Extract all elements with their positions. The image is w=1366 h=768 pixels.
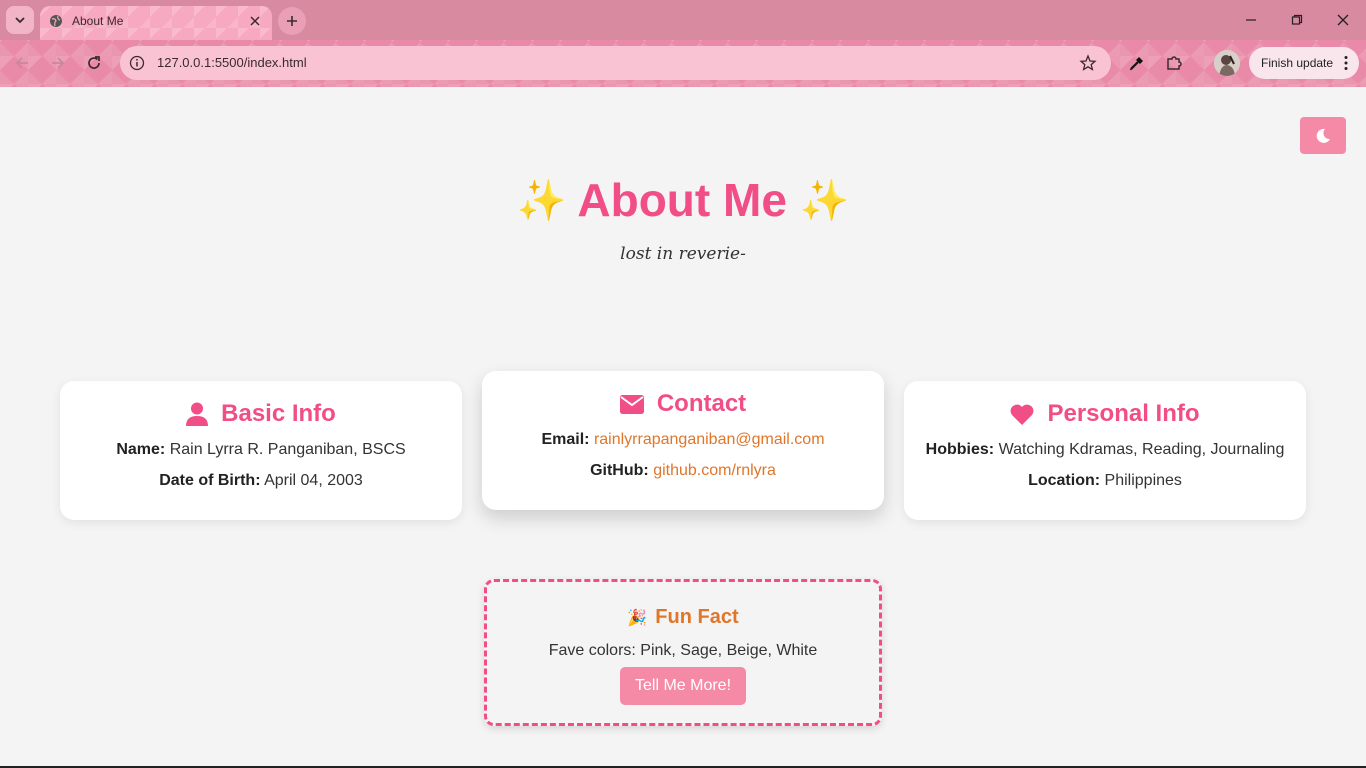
github-label: GitHub: bbox=[590, 462, 649, 479]
email-link[interactable]: rainlyrrapanganiban@gmail.com bbox=[594, 431, 825, 448]
page-title: ✨ About Me ✨ bbox=[0, 173, 1366, 227]
extensions-button[interactable] bbox=[1163, 52, 1185, 74]
url-text[interactable]: 127.0.0.1:5500/index.html bbox=[157, 55, 307, 70]
tab-title: About Me bbox=[72, 14, 124, 28]
personal-info-title: Personal Info bbox=[1047, 400, 1200, 427]
location-value: Philippines bbox=[1104, 472, 1182, 489]
tagline: lost in reverie- bbox=[620, 244, 746, 264]
minimize-icon bbox=[1246, 19, 1256, 21]
tab-search-button[interactable] bbox=[6, 6, 34, 34]
puzzle-icon bbox=[1167, 56, 1182, 70]
profile-avatar[interactable] bbox=[1214, 50, 1240, 76]
fun-fact-title: Fun Fact bbox=[655, 606, 739, 628]
eyedropper-extension-button[interactable] bbox=[1126, 52, 1148, 74]
restore-icon bbox=[1291, 14, 1303, 25]
location-label: Location: bbox=[1028, 472, 1101, 489]
finish-update-label: Finish update bbox=[1261, 56, 1334, 70]
reload-button[interactable] bbox=[83, 52, 105, 74]
github-line: GitHub: github.com/rnlyra bbox=[482, 462, 884, 480]
hobbies-label: Hobbies: bbox=[925, 441, 995, 458]
more-vert-icon bbox=[1344, 56, 1348, 70]
moon-icon bbox=[1316, 128, 1330, 143]
tab-close-button[interactable] bbox=[246, 12, 264, 30]
heart-icon bbox=[1011, 404, 1034, 425]
forward-button[interactable] bbox=[47, 52, 69, 74]
basic-info-heading: Basic Info bbox=[60, 400, 462, 428]
new-tab-button[interactable] bbox=[278, 7, 306, 35]
fun-fact-heading: 🎉 Fun Fact bbox=[487, 606, 879, 629]
globe-icon bbox=[50, 15, 62, 27]
email-line: Email: rainlyrrapanganiban@gmail.com bbox=[482, 431, 884, 449]
back-button[interactable] bbox=[11, 52, 33, 74]
avatar-image bbox=[1214, 50, 1240, 76]
location-line: Location: Philippines bbox=[904, 472, 1306, 490]
envelope-icon bbox=[619, 394, 644, 414]
contact-heading: Contact bbox=[482, 390, 884, 418]
dob-label: Date of Birth: bbox=[159, 472, 261, 489]
email-label: Email: bbox=[541, 431, 590, 448]
basic-info-title: Basic Info bbox=[221, 400, 336, 427]
dark-mode-toggle[interactable] bbox=[1300, 117, 1346, 154]
browser-chrome: About Me 127.0.0.1:5500/index.html Finis… bbox=[0, 0, 1366, 87]
site-info-icon[interactable] bbox=[129, 55, 145, 71]
hobbies-value: Watching Kdramas, Reading, Journaling bbox=[998, 441, 1285, 458]
finish-update-button[interactable]: Finish update bbox=[1249, 47, 1359, 79]
tell-me-more-button[interactable]: Tell Me More! bbox=[620, 667, 746, 705]
restore-button[interactable] bbox=[1287, 10, 1307, 30]
name-label: Name: bbox=[116, 441, 166, 458]
sparkles-icon: ✨ bbox=[516, 179, 567, 223]
arrow-left-icon bbox=[15, 57, 28, 69]
plus-icon bbox=[287, 16, 297, 26]
close-icon bbox=[250, 16, 260, 26]
github-link[interactable]: github.com/rnlyra bbox=[653, 462, 776, 479]
chevron-down-icon bbox=[15, 17, 25, 24]
close-icon bbox=[1337, 14, 1349, 26]
name-line: Name: Rain Lyrra R. Panganiban, BSCS bbox=[60, 441, 462, 459]
party-popper-icon: 🎉 bbox=[627, 609, 648, 627]
hobbies-line: Hobbies: Watching Kdramas, Reading, Jour… bbox=[904, 441, 1306, 459]
page-title-text: About Me bbox=[577, 174, 787, 226]
name-value: Rain Lyrra R. Panganiban, BSCS bbox=[169, 441, 406, 458]
fun-fact-text: Fave colors: Pink, Sage, Beige, White bbox=[548, 642, 818, 659]
address-bar[interactable]: 127.0.0.1:5500/index.html bbox=[120, 46, 1111, 80]
minimize-button[interactable] bbox=[1241, 10, 1261, 30]
personal-info-card: Personal Info Hobbies: Watching Kdramas,… bbox=[904, 381, 1306, 520]
browser-tab[interactable]: About Me bbox=[40, 6, 272, 40]
eyedropper-icon bbox=[1129, 57, 1143, 71]
personal-info-heading: Personal Info bbox=[904, 400, 1306, 428]
basic-info-card: Basic Info Name: Rain Lyrra R. Panganiba… bbox=[60, 381, 462, 520]
dob-value: April 04, 2003 bbox=[264, 472, 363, 489]
contact-title: Contact bbox=[656, 390, 747, 417]
contact-card: Contact Email: rainlyrrapanganiban@gmail… bbox=[482, 371, 884, 510]
bookmark-star-icon[interactable] bbox=[1079, 54, 1097, 72]
arrow-right-icon bbox=[52, 57, 65, 69]
reload-icon bbox=[88, 56, 100, 69]
user-icon bbox=[186, 402, 209, 426]
dob-line: Date of Birth: April 04, 2003 bbox=[60, 472, 462, 490]
close-window-button[interactable] bbox=[1333, 10, 1353, 30]
sparkles-icon: ✨ bbox=[799, 179, 850, 223]
fun-fact-box: 🎉 Fun Fact Fave colors: Pink, Sage, Beig… bbox=[484, 579, 882, 726]
